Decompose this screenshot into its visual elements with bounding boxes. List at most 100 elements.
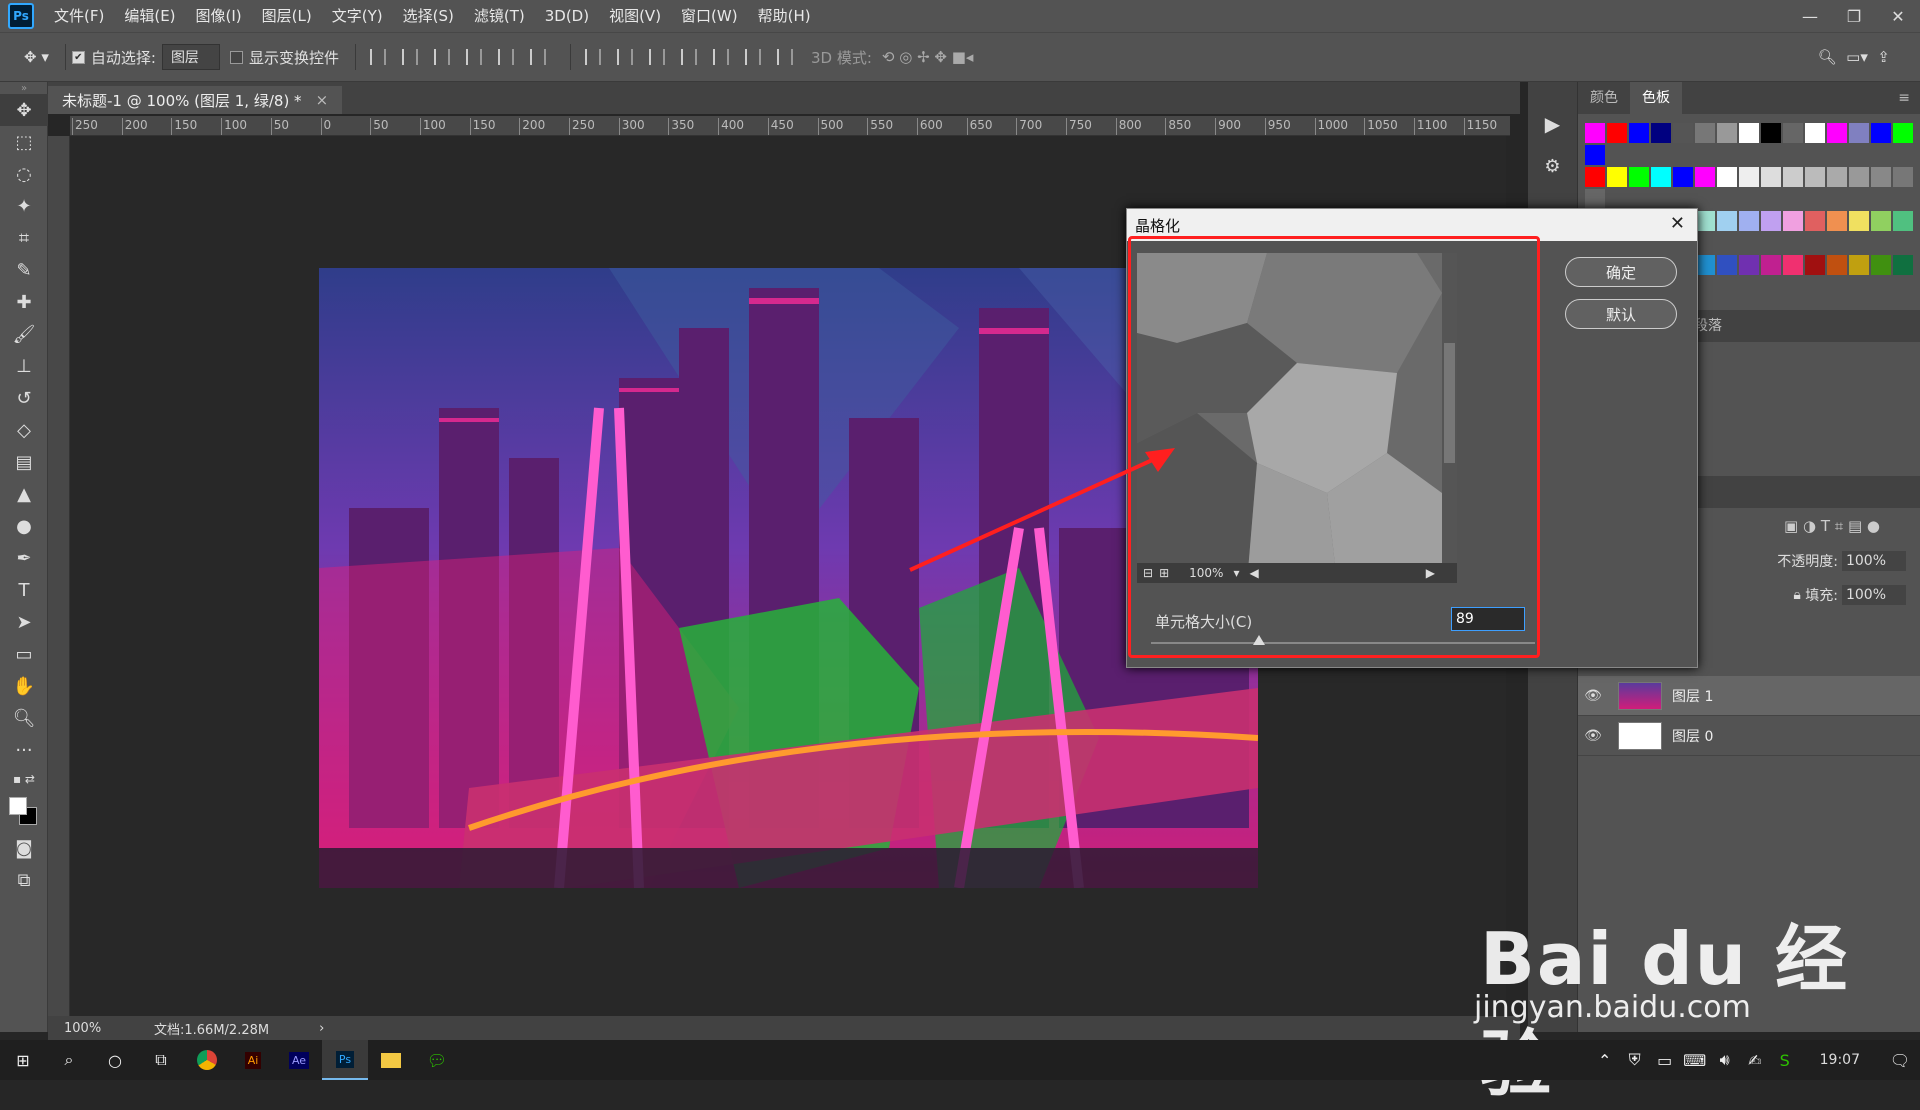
align-center-icon[interactable] (497, 49, 514, 65)
swatch[interactable] (1893, 167, 1913, 187)
move-tool-icon[interactable]: ✥ (0, 94, 48, 126)
swatch[interactable] (1695, 123, 1715, 143)
swatch[interactable] (1761, 211, 1781, 231)
swatch[interactable] (1585, 145, 1605, 165)
swatch[interactable] (1761, 255, 1781, 275)
align-right-icon[interactable] (529, 49, 546, 65)
clock[interactable]: 19:07 (1820, 1052, 1860, 1068)
menu-edit[interactable]: 编辑(E) (114, 0, 185, 32)
notification-icon[interactable]: 🗨︎ (1880, 1040, 1920, 1080)
rectangle-tool-icon[interactable]: ▭ (0, 638, 48, 670)
type-tool-icon[interactable]: T (0, 574, 48, 606)
swatch[interactable] (1651, 167, 1671, 187)
swatch[interactable] (1849, 255, 1869, 275)
swatch[interactable] (1607, 167, 1627, 187)
swatch[interactable] (1849, 123, 1869, 143)
color-swatches[interactable] (0, 792, 48, 832)
move-tool-icon[interactable]: ✥ ▾ (24, 48, 49, 66)
path-select-icon[interactable]: ➤ (0, 606, 48, 638)
swatch[interactable] (1893, 123, 1913, 143)
swatch[interactable] (1717, 255, 1737, 275)
swatch[interactable] (1629, 167, 1649, 187)
layer-row[interactable]: 👁︎ 图层 0 (1578, 716, 1920, 756)
swatch[interactable] (1607, 123, 1627, 143)
lock-icon[interactable]: 🔒︎ (1793, 587, 1800, 603)
distribute-vcenter-icon[interactable] (616, 49, 633, 65)
brush-tool-icon[interactable]: 🖌︎ (0, 318, 48, 350)
eye-icon[interactable]: 👁︎ (1578, 688, 1608, 704)
marquee-tool-icon[interactable]: ⬚ (0, 126, 48, 158)
distribute-right-icon[interactable] (744, 49, 761, 65)
ok-button[interactable]: 确定 (1565, 257, 1677, 287)
align-top-icon[interactable] (369, 49, 386, 65)
menu-help[interactable]: 帮助(H) (748, 0, 821, 32)
swap-colors-icon[interactable]: ▪ ⇄ (0, 766, 48, 792)
close-icon[interactable]: ✕ (1876, 0, 1920, 32)
tab-swatches[interactable]: 色板 (1630, 82, 1682, 114)
menu-select[interactable]: 选择(S) (393, 0, 464, 32)
search-icon[interactable]: 🔍︎ (1818, 48, 1837, 66)
auto-align-icon[interactable] (776, 49, 793, 65)
swatch[interactable] (1893, 211, 1913, 231)
swatch[interactable] (1893, 255, 1913, 275)
menu-window[interactable]: 窗口(W) (671, 0, 748, 32)
close-icon[interactable]: ✕ (1670, 213, 1685, 234)
eraser-tool-icon[interactable]: ◇ (0, 414, 48, 446)
3d-tools-icons[interactable]: ⟲ ◎ ✢ ✥ ■◂ (882, 48, 974, 66)
swatch[interactable] (1695, 167, 1715, 187)
swatch[interactable] (1827, 255, 1847, 275)
menu-file[interactable]: 文件(F) (44, 0, 114, 32)
after-effects-icon[interactable]: Ae (276, 1040, 322, 1080)
align-bottom-icon[interactable] (433, 49, 450, 65)
swatch[interactable] (1739, 123, 1759, 143)
document-tab[interactable]: 未标题-1 @ 100% (图层 1, 绿/8) * × (48, 86, 343, 114)
play-icon[interactable]: ▶ (1528, 112, 1577, 136)
auto-select-dropdown[interactable]: 图层 (161, 44, 220, 70)
swatch[interactable] (1695, 255, 1715, 275)
swatch[interactable] (1871, 211, 1891, 231)
photoshop-taskbar-icon[interactable]: Ps (322, 1040, 368, 1080)
blur-tool-icon[interactable]: ▲ (0, 478, 48, 510)
swatch[interactable] (1783, 123, 1803, 143)
swatch[interactable] (1871, 167, 1891, 187)
zoom-tool-icon[interactable]: 🔍︎ (0, 702, 48, 734)
swatch[interactable] (1739, 255, 1759, 275)
swatch[interactable] (1871, 255, 1891, 275)
swatch[interactable] (1629, 123, 1649, 143)
swatch[interactable] (1585, 167, 1605, 187)
minimize-icon[interactable]: — (1788, 0, 1832, 32)
swatch[interactable] (1805, 123, 1825, 143)
menu-3d[interactable]: 3D(D) (535, 0, 599, 32)
eyedropper-icon[interactable]: ✎ (0, 254, 48, 286)
opacity-input[interactable]: 100% (1841, 551, 1906, 571)
quick-mask-icon[interactable]: ◙ (0, 832, 48, 864)
swatch[interactable] (1673, 167, 1693, 187)
swatch[interactable] (1651, 123, 1671, 143)
swatch[interactable] (1717, 211, 1737, 231)
swatch[interactable] (1849, 211, 1869, 231)
lasso-tool-icon[interactable]: ◌ (0, 158, 48, 190)
fill-input[interactable]: 100% (1841, 585, 1906, 605)
distribute-buttons[interactable] (577, 49, 801, 65)
tray-chevron-icon[interactable]: ⌃ (1590, 1040, 1620, 1080)
swatch[interactable] (1805, 211, 1825, 231)
chrome-icon[interactable] (184, 1040, 230, 1080)
panel-menu-icon[interactable]: ≡ (1898, 90, 1910, 106)
stamp-tool-icon[interactable]: ⊥ (0, 350, 48, 382)
gradient-tool-icon[interactable]: ▤ (0, 446, 48, 478)
swatch[interactable] (1871, 123, 1891, 143)
dodge-tool-icon[interactable]: ● (0, 510, 48, 542)
menu-filter[interactable]: 滤镜(T) (464, 0, 535, 32)
swatch[interactable] (1585, 189, 1605, 209)
swatch[interactable] (1739, 167, 1759, 187)
windows-start-icon[interactable]: ⊞ (0, 1040, 46, 1080)
swatch[interactable] (1805, 167, 1825, 187)
swatch[interactable] (1783, 167, 1803, 187)
distribute-bottom-icon[interactable] (648, 49, 665, 65)
illustrator-icon[interactable]: Ai (230, 1040, 276, 1080)
auto-select-checkbox[interactable]: ✔ 自动选择: 图层 (71, 44, 220, 70)
magic-wand-icon[interactable]: ✦ (0, 190, 48, 222)
swatch[interactable] (1783, 255, 1803, 275)
menu-view[interactable]: 视图(V) (599, 0, 671, 32)
workspace-icon[interactable]: ▭▾ (1846, 48, 1868, 66)
